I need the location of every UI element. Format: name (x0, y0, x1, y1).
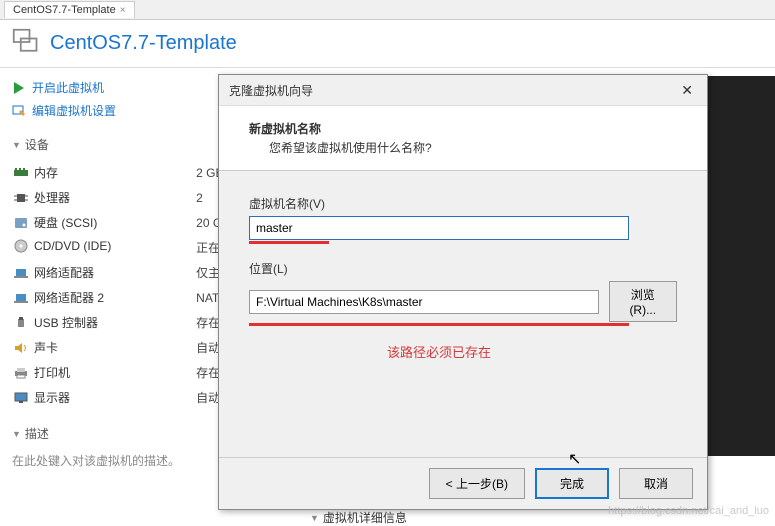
dialog-title: 克隆虚拟机向导 (229, 82, 313, 99)
caret-icon: ▼ (12, 429, 21, 439)
memory-icon (14, 168, 28, 178)
device-label: 处理器 (34, 189, 70, 206)
location-label: 位置(L) (249, 260, 677, 277)
device-label: USB 控制器 (34, 314, 98, 331)
edit-settings-label: 编辑虚拟机设置 (32, 102, 116, 119)
vm-icon (12, 28, 40, 59)
net-icon (14, 292, 28, 304)
annotation-underline (249, 241, 329, 244)
dialog-footer: < 上一步(B) 完成 取消 (219, 457, 707, 509)
description-section-title: 描述 (25, 425, 49, 442)
tab-close-icon[interactable]: × (120, 5, 126, 16)
display-icon (14, 392, 28, 404)
dialog-heading-title: 新虚拟机名称 (249, 120, 677, 137)
net-icon (14, 267, 28, 279)
page-title: CentOS7.7-Template (50, 32, 237, 55)
device-label: CD/DVD (IDE) (34, 239, 111, 253)
location-input[interactable] (249, 290, 599, 314)
sound-icon (14, 342, 28, 354)
usb-icon (14, 317, 28, 329)
edit-icon (12, 104, 26, 118)
dialog-subheading: 您希望该虚拟机使用什么名称? (249, 139, 677, 156)
vm-details-title: 虚拟机详细信息 (323, 509, 407, 526)
printer-icon (14, 367, 28, 379)
device-label: 硬盘 (SCSI) (34, 214, 97, 231)
cpu-icon (14, 191, 28, 205)
vm-name-input[interactable] (249, 216, 629, 240)
tab-centos[interactable]: CentOS7.7-Template × (4, 1, 135, 18)
device-label: 声卡 (34, 339, 58, 356)
dialog-heading: 新虚拟机名称 您希望该虚拟机使用什么名称? (219, 105, 707, 171)
device-label: 网络适配器 2 (34, 289, 104, 306)
clone-wizard-dialog: 克隆虚拟机向导 ✕ 新虚拟机名称 您希望该虚拟机使用什么名称? 虚拟机名称(V)… (218, 74, 708, 510)
device-label: 打印机 (34, 364, 70, 381)
browse-button[interactable]: 浏览(R)... (609, 281, 677, 322)
dialog-titlebar: 克隆虚拟机向导 ✕ (219, 75, 707, 105)
tab-label: CentOS7.7-Template (13, 4, 116, 16)
watermark: https://blog.csdn.net/cai_and_luo (608, 505, 769, 517)
vm-name-label: 虚拟机名称(V) (249, 195, 677, 212)
path-note: 该路径必须已存在 (249, 342, 629, 361)
vm-details-section-header[interactable]: ▼ 虚拟机详细信息 (310, 509, 407, 526)
dialog-close-icon[interactable]: ✕ (677, 82, 697, 99)
dialog-body: 虚拟机名称(V) 位置(L) 浏览(R)... 该路径必须已存在 (219, 171, 707, 457)
cd-icon (14, 239, 28, 253)
disk-icon (14, 217, 28, 229)
device-label: 网络适配器 (34, 264, 94, 281)
devices-section-title: 设备 (25, 136, 49, 153)
caret-icon: ▼ (12, 140, 21, 150)
tab-bar: CentOS7.7-Template × (0, 0, 775, 20)
finish-button[interactable]: 完成 (535, 468, 609, 499)
device-label: 显示器 (34, 389, 70, 406)
device-label: 内存 (34, 164, 58, 181)
power-on-label: 开启此虚拟机 (32, 79, 104, 96)
annotation-underline (249, 323, 629, 326)
play-icon (12, 81, 26, 95)
back-button[interactable]: < 上一步(B) (429, 468, 525, 499)
caret-icon: ▼ (310, 513, 319, 523)
page-header: CentOS7.7-Template (0, 20, 775, 68)
cancel-button[interactable]: 取消 (619, 468, 693, 499)
